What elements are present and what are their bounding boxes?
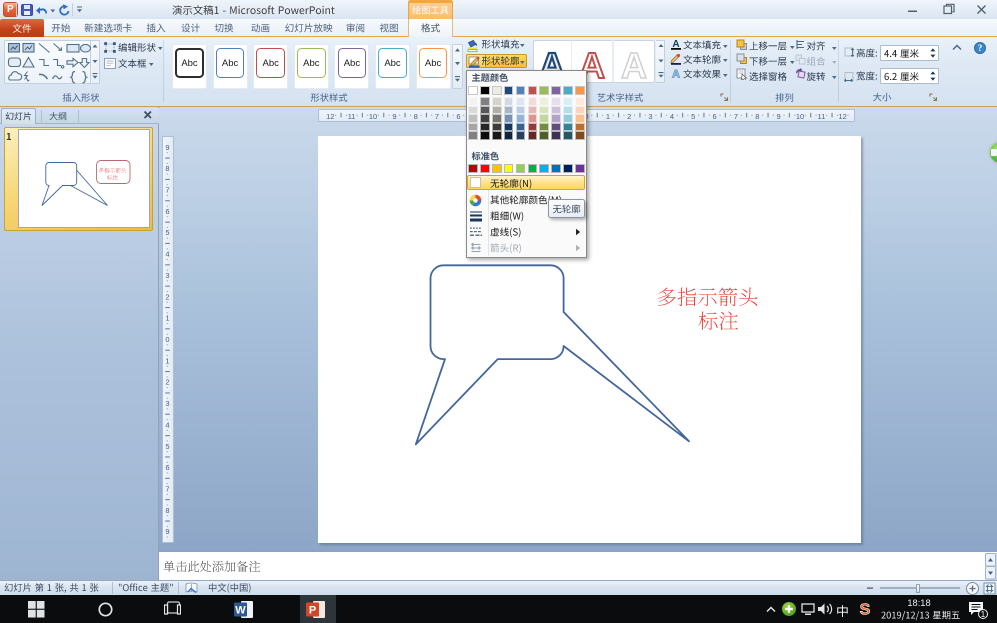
svg-text:1: 1 <box>165 314 169 323</box>
svg-text:6: 6 <box>165 463 169 472</box>
svg-text:2: 2 <box>165 378 169 387</box>
svg-text:5: 5 <box>165 228 169 237</box>
svg-text:0: 0 <box>165 335 169 344</box>
svg-text:3: 3 <box>165 399 169 408</box>
svg-text:8: 8 <box>165 164 169 173</box>
svg-text:7: 7 <box>165 186 169 195</box>
svg-text:4: 4 <box>165 250 169 259</box>
svg-text:5: 5 <box>165 442 169 451</box>
svg-text:1: 1 <box>165 356 169 365</box>
svg-text:1: 1 <box>981 610 986 619</box>
svg-text:3: 3 <box>165 271 169 280</box>
svg-text:8: 8 <box>165 506 169 515</box>
svg-text:9: 9 <box>165 527 169 536</box>
svg-text:W: W <box>235 605 246 617</box>
svg-text:P: P <box>309 605 316 617</box>
svg-text:9: 9 <box>165 143 169 152</box>
svg-text:6: 6 <box>165 207 169 216</box>
svg-text:4: 4 <box>165 420 169 429</box>
svg-text:2: 2 <box>165 292 169 301</box>
svg-text:7: 7 <box>165 485 169 494</box>
